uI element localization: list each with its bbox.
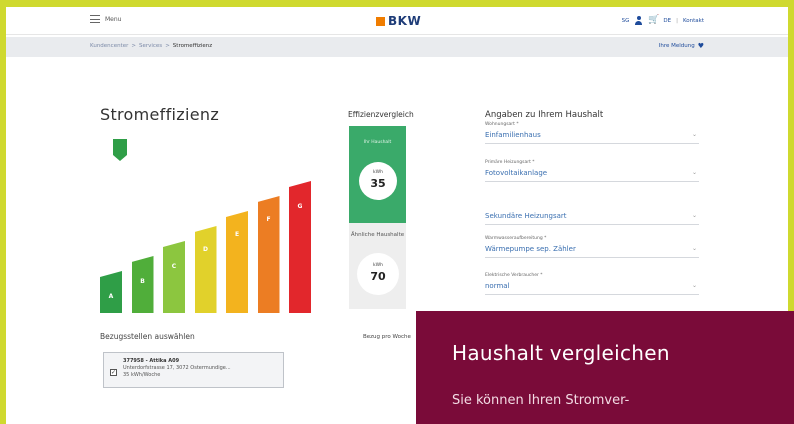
field-primaere-heizungsart[interactable]: Primäre Heizungsart * Fotovoltaikanlage … — [485, 160, 699, 182]
field-warmwasser[interactable]: Warmwasseraufbereitung * Wärmepumpe sep.… — [485, 236, 699, 258]
own-household-card: Ihr Haushalt kWh 35 — [349, 126, 406, 223]
logo-text: BKW — [388, 14, 422, 28]
energy-class-label: C — [171, 263, 177, 270]
user-icon[interactable] — [634, 16, 643, 25]
energy-class-label: A — [108, 293, 114, 300]
header-actions: SG 🛒 DE | Kontakt — [622, 16, 704, 25]
similar-households-unit: kWh — [373, 263, 383, 268]
field-label: Elektrische Verbraucher * — [485, 273, 543, 278]
breadcrumb-bar: Kundencenter > Services > Stromeffizienz… — [6, 37, 788, 57]
energy-class-label: D — [203, 246, 208, 253]
energy-class-label: B — [140, 278, 145, 285]
energy-shield-icon — [113, 139, 127, 161]
language-switch[interactable]: DE — [663, 18, 671, 24]
heart-icon: ♥ — [697, 42, 704, 50]
user-initials[interactable]: SG — [622, 18, 630, 24]
chevron-down-icon: ⌄ — [691, 169, 697, 176]
chevron-down-icon: ⌄ — [691, 282, 697, 289]
breadcrumb-separator: > — [131, 43, 136, 49]
energy-class-label: F — [266, 216, 271, 223]
breadcrumb: Kundencenter > Services > Stromeffizienz — [90, 43, 212, 49]
energy-class-bar-f: F — [257, 196, 280, 313]
overlay-title: Haushalt vergleichen — [452, 341, 670, 365]
breadcrumb-item-current: Stromeffizienz — [172, 43, 213, 49]
chevron-down-icon: ⌄ — [691, 245, 697, 252]
meldung-label: Ihre Meldung — [658, 43, 695, 49]
hamburger-icon — [90, 15, 100, 23]
energy-class-bar-d: D — [194, 226, 217, 313]
own-household-circle: kWh 35 — [359, 162, 397, 200]
field-value: normal — [485, 282, 510, 290]
own-household-value: 35 — [370, 177, 386, 190]
breadcrumb-separator: > — [165, 43, 170, 49]
field-value: Wärmepumpe sep. Zähler — [485, 245, 576, 253]
page-title: Stromeffizienz — [100, 105, 220, 124]
logo-square-icon — [376, 16, 385, 26]
energy-class-bar-b: B — [131, 256, 154, 313]
chevron-down-icon: ⌄ — [691, 212, 697, 219]
menu-button[interactable]: Menu — [90, 15, 121, 23]
energy-class-bar-c: C — [163, 241, 185, 313]
field-value: Einfamilienhaus — [485, 131, 541, 139]
similar-households-card: Ähnliche Haushalte kWh 70 — [349, 223, 406, 309]
bezugsstelle-address: Unterdorfstrasse 17, 3072 Ostermundige..… — [123, 365, 231, 371]
field-wohnungsart[interactable]: Wohnungsart * Einfamilienhaus ⌄ — [485, 122, 699, 144]
energy-class-label: E — [234, 231, 240, 238]
own-household-unit: kWh — [373, 170, 383, 175]
energy-class-bar-g: G — [289, 181, 311, 313]
field-value: Fotovoltaikanlage — [485, 169, 548, 177]
similar-households-label: Ähnliche Haushalte — [350, 232, 405, 238]
energy-class-label: G — [297, 203, 303, 210]
bezugsstellen-title: Bezugsstellen auswählen — [100, 332, 195, 341]
meldung-link[interactable]: Ihre Meldung ♥ — [658, 42, 704, 50]
field-sekundaere-heizungsart[interactable]: Sekundäre Heizungsart ⌄ — [485, 203, 699, 225]
bezugsstelle-name: 377958 - Attika A09 — [123, 358, 180, 364]
bezugsstelle-card[interactable]: ✓ 377958 - Attika A09 Unterdorfstrasse 1… — [103, 352, 284, 388]
bezug-pro-woche-label: Bezug pro Woche — [363, 334, 411, 340]
contact-link[interactable]: Kontakt — [683, 18, 704, 24]
similar-households-circle: kWh 70 — [357, 253, 399, 295]
bezugsstelle-consumption: 35 kWh/Woche — [123, 372, 161, 378]
field-label: Warmwasseraufbereitung * — [485, 236, 547, 241]
own-household-label: Ihr Haushalt — [363, 140, 392, 145]
field-placeholder: Sekundäre Heizungsart — [485, 212, 567, 220]
menu-label: Menu — [105, 15, 122, 23]
header-separator: | — [676, 17, 678, 24]
energy-class-bar-e: E — [226, 211, 248, 313]
field-elektrische-verbraucher[interactable]: Elektrische Verbraucher * normal ⌄ — [485, 273, 699, 295]
similar-households-value: 70 — [370, 270, 386, 283]
energy-class-bar-a: A — [100, 271, 122, 313]
breadcrumb-item-kundencenter[interactable]: Kundencenter — [90, 43, 128, 49]
overlay-text: Sie können Ihren Stromver- — [452, 393, 630, 408]
bkw-logo[interactable]: BKW — [376, 14, 421, 28]
cart-icon[interactable]: 🛒 — [648, 16, 659, 25]
field-label: Primäre Heizungsart * — [485, 160, 535, 165]
household-form-title: Angaben zu Ihrem Haushalt — [485, 110, 604, 120]
top-header: Menu BKW SG 🛒 DE | Kontakt — [6, 7, 788, 35]
field-label: Wohnungsart * — [485, 122, 519, 127]
comparison-title: Effizienzvergleich — [348, 110, 414, 119]
breadcrumb-item-services[interactable]: Services — [139, 43, 162, 49]
chevron-down-icon: ⌄ — [691, 131, 697, 138]
bezugsstelle-checkbox[interactable]: ✓ — [110, 369, 117, 376]
overlay-panel: Haushalt vergleichen Sie können Ihren St… — [416, 311, 794, 424]
